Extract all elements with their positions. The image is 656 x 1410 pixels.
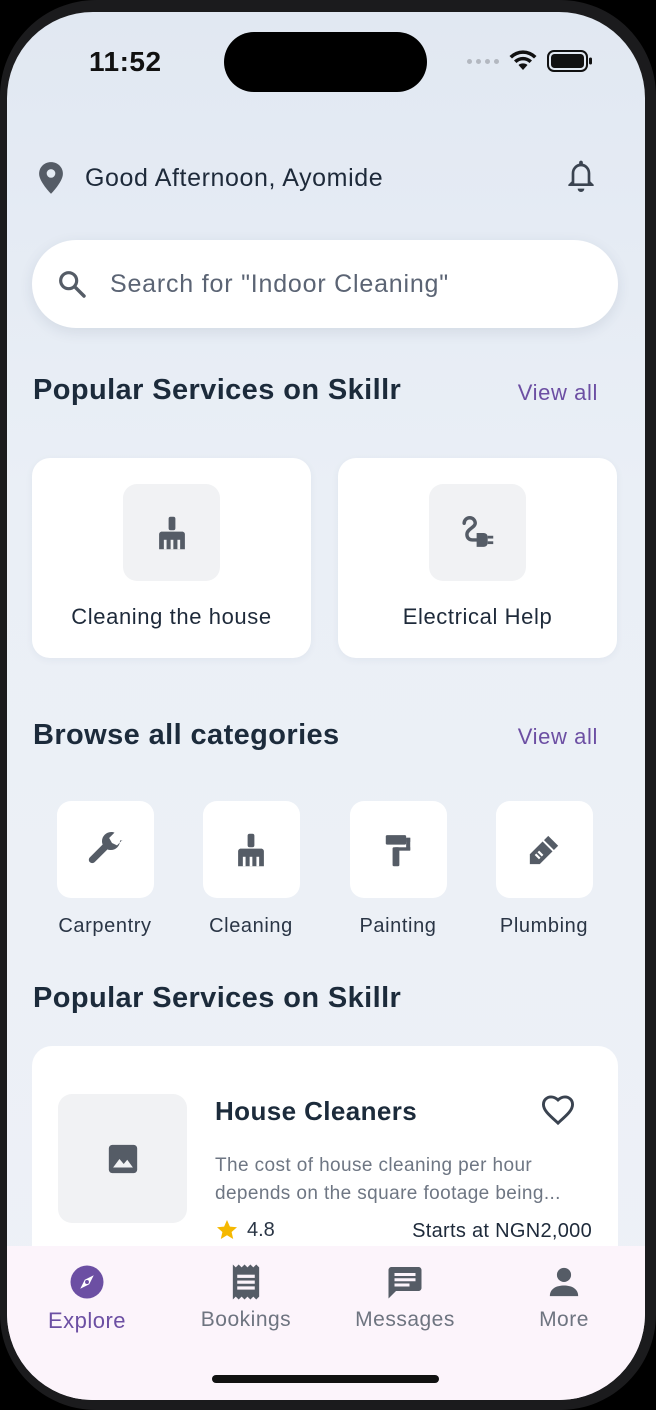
tab-messages[interactable]: Messages <box>325 1262 485 1332</box>
tab-label: Bookings <box>200 1308 292 1331</box>
tab-label: More <box>539 1308 589 1331</box>
category-carpentry[interactable]: Carpentry <box>50 801 160 938</box>
popular-view-all-link[interactable]: View all <box>518 380 598 406</box>
rating-value: 4.8 <box>247 1218 275 1241</box>
category-icon-box <box>495 801 593 898</box>
tab-label: Explore <box>47 1308 127 1333</box>
cellular-signal-icon <box>467 58 499 64</box>
status-icons <box>467 50 593 72</box>
service-description: The cost of house cleaning per hour depe… <box>215 1152 595 1208</box>
search-bar[interactable] <box>32 240 618 328</box>
tab-explore[interactable]: Explore <box>7 1262 167 1334</box>
popular-service-label: Electrical Help <box>402 604 553 629</box>
battery-icon <box>547 50 592 72</box>
popular-services-list-title: Popular Services on Skillr <box>33 982 402 1014</box>
category-plumbing[interactable]: Plumbing <box>489 801 599 938</box>
search-input[interactable] <box>110 269 550 299</box>
popular-service-card-cleaning[interactable]: Cleaning the house <box>32 458 311 658</box>
person-icon <box>549 1267 579 1297</box>
popular-services-title: Popular Services on Skillr <box>33 374 402 406</box>
wifi-icon <box>509 50 537 70</box>
service-rating: 4.8 <box>215 1218 275 1242</box>
electrical-plug-icon <box>461 515 493 547</box>
category-label: Cleaning <box>209 915 293 937</box>
tab-bookings[interactable]: Bookings <box>166 1262 326 1332</box>
popular-service-icon-box <box>429 484 526 581</box>
categories-view-all-link[interactable]: View all <box>518 724 598 750</box>
service-price: Starts at NGN2,000 <box>412 1220 592 1242</box>
status-time: 11:52 <box>89 46 162 77</box>
category-label: Painting <box>359 915 437 937</box>
popular-service-label: Cleaning the house <box>71 604 272 629</box>
paint-roller-icon <box>385 834 411 866</box>
search-icon <box>59 271 86 298</box>
location-pin-icon[interactable] <box>37 161 65 195</box>
heart-outline-icon[interactable] <box>540 1094 576 1126</box>
wrench-icon <box>88 831 123 863</box>
broom-icon <box>158 516 185 549</box>
category-icon-box <box>56 801 154 898</box>
service-thumbnail <box>58 1094 187 1223</box>
service-description-line: depends on the square footage being... <box>215 1183 561 1204</box>
dynamic-island <box>224 32 427 92</box>
image-placeholder-icon <box>108 1144 137 1173</box>
tab-label: Messages <box>355 1308 455 1331</box>
broom-icon <box>238 833 264 866</box>
popular-service-card-electrical[interactable]: Electrical Help <box>338 458 617 658</box>
category-cleaning[interactable]: Cleaning <box>196 801 306 938</box>
service-title: House Cleaners <box>215 1096 418 1126</box>
tab-more[interactable]: More <box>484 1262 644 1332</box>
browse-categories-title: Browse all categories <box>33 719 340 751</box>
receipt-icon <box>232 1264 260 1300</box>
greeting-row: Good Afternoon, Ayomide <box>37 158 597 198</box>
message-icon <box>388 1267 422 1299</box>
popular-service-icon-box <box>123 484 220 581</box>
star-icon <box>217 1220 237 1239</box>
app-screen: 11:52 Good Afternoon, Ayomide Search for… <box>7 12 645 1400</box>
compass-icon <box>70 1265 104 1299</box>
home-indicator <box>212 1375 439 1383</box>
category-label: Plumbing <box>499 915 589 937</box>
category-label: Carpentry <box>58 915 152 937</box>
phone-frame: 11:52 Good Afternoon, Ayomide Search for… <box>0 0 656 1410</box>
plumbing-icon <box>529 835 559 864</box>
bell-icon[interactable] <box>565 158 597 194</box>
greeting-text: Good Afternoon, Ayomide <box>85 163 384 192</box>
category-icon-box <box>202 801 300 898</box>
category-painting[interactable]: Painting <box>343 801 453 938</box>
category-icon-box <box>349 801 447 898</box>
service-description-line: The cost of house cleaning per hour <box>215 1155 533 1176</box>
